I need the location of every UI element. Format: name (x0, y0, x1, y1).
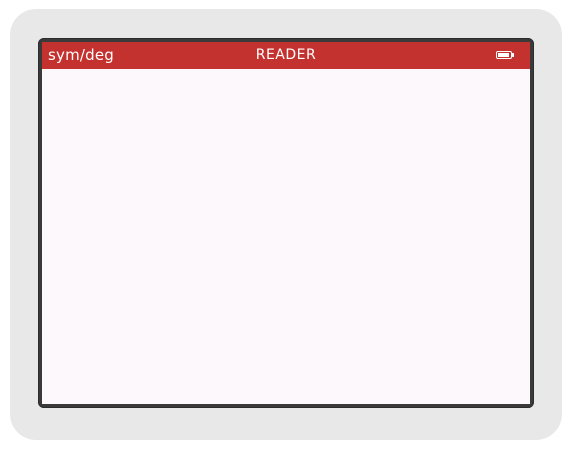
device-body: sym/deg READER (10, 9, 562, 440)
display-screen: sym/deg READER (42, 42, 530, 404)
status-bar: sym/deg READER (42, 42, 530, 69)
battery-level-fill (498, 53, 509, 57)
reader-content-area[interactable] (42, 69, 530, 404)
battery-tip (512, 53, 514, 57)
battery-icon (496, 51, 512, 59)
screen-bezel: sym/deg READER (38, 38, 534, 408)
app-title: READER (255, 47, 317, 63)
